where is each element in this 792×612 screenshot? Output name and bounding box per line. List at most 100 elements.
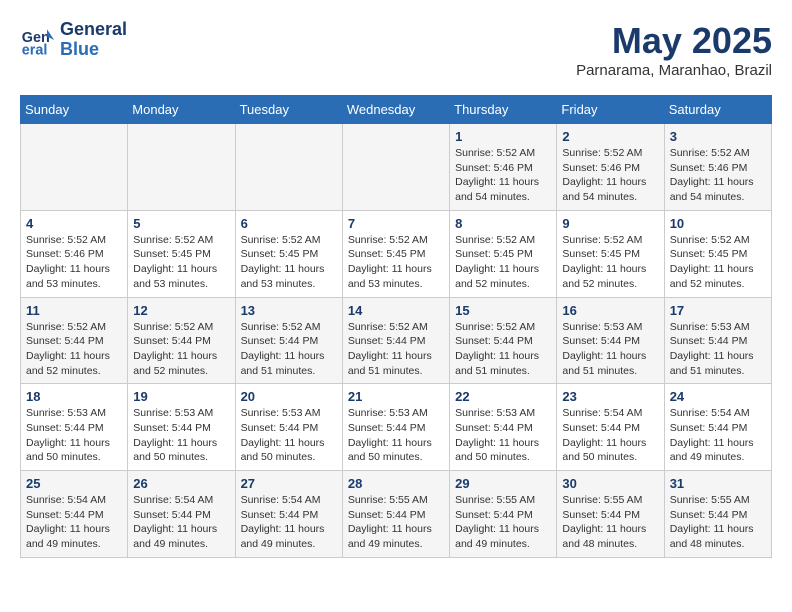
weekday-header-saturday: Saturday (664, 96, 771, 124)
day-info: Sunrise: 5:53 AM Sunset: 5:44 PM Dayligh… (455, 406, 551, 465)
calendar-cell: 16Sunrise: 5:53 AM Sunset: 5:44 PM Dayli… (557, 297, 664, 384)
calendar-cell: 5Sunrise: 5:52 AM Sunset: 5:45 PM Daylig… (128, 210, 235, 297)
logo-line1: General (60, 20, 127, 40)
week-row-3: 11Sunrise: 5:52 AM Sunset: 5:44 PM Dayli… (21, 297, 772, 384)
weekday-header-row: SundayMondayTuesdayWednesdayThursdayFrid… (21, 96, 772, 124)
day-info: Sunrise: 5:52 AM Sunset: 5:45 PM Dayligh… (241, 233, 337, 292)
day-number: 15 (455, 303, 551, 318)
day-info: Sunrise: 5:52 AM Sunset: 5:45 PM Dayligh… (133, 233, 229, 292)
calendar-table: SundayMondayTuesdayWednesdayThursdayFrid… (20, 95, 772, 558)
weekday-header-tuesday: Tuesday (235, 96, 342, 124)
day-info: Sunrise: 5:54 AM Sunset: 5:44 PM Dayligh… (241, 493, 337, 552)
day-number: 9 (562, 216, 658, 231)
day-number: 25 (26, 476, 122, 491)
day-number: 3 (670, 129, 766, 144)
day-number: 23 (562, 389, 658, 404)
calendar-cell: 9 Sunrise: 5:52 AM Sunset: 5:45 PM Daylig… (557, 210, 664, 297)
day-info: Sunrise: 5:52 AM Sunset: 5:46 PM Dayligh… (455, 146, 551, 205)
day-info: Sunrise: 5:52 AM Sunset: 5:46 PM Dayligh… (562, 146, 658, 205)
day-info: Sunrise: 5:52 AM Sunset: 5:45 PM Dayligh… (455, 233, 551, 292)
logo-icon: Gen eral (20, 22, 56, 58)
calendar-cell: 6 Sunrise: 5:52 AM Sunset: 5:45 PM Daylig… (235, 210, 342, 297)
calendar-cell: 14Sunrise: 5:52 AM Sunset: 5:44 PM Dayli… (342, 297, 449, 384)
calendar-cell: 12 Sunrise: 5:52 AM Sunset: 5:44 PM Dayli… (128, 297, 235, 384)
day-number: 30 (562, 476, 658, 491)
day-info: Sunrise: 5:52 AM Sunset: 5:45 PM Dayligh… (348, 233, 444, 292)
calendar-cell: 8 Sunrise: 5:52 AM Sunset: 5:45 PM Daylig… (450, 210, 557, 297)
day-info: Sunrise: 5:53 AM Sunset: 5:44 PM Dayligh… (26, 406, 122, 465)
day-number: 6 (241, 216, 337, 231)
calendar-cell (342, 124, 449, 211)
calendar-cell (235, 124, 342, 211)
calendar-cell: 18Sunrise: 5:53 AM Sunset: 5:44 PM Dayli… (21, 384, 128, 471)
calendar-cell: 20Sunrise: 5:53 AM Sunset: 5:44 PM Dayli… (235, 384, 342, 471)
calendar-cell: 15 Sunrise: 5:52 AM Sunset: 5:44 PM Dayli… (450, 297, 557, 384)
day-info: Sunrise: 5:55 AM Sunset: 5:44 PM Dayligh… (670, 493, 766, 552)
calendar-cell: 23 Sunrise: 5:54 AM Sunset: 5:44 PM Dayli… (557, 384, 664, 471)
day-number: 1 (455, 129, 551, 144)
calendar-cell: 2 Sunrise: 5:52 AM Sunset: 5:46 PM Daylig… (557, 124, 664, 211)
day-info: Sunrise: 5:52 AM Sunset: 5:44 PM Dayligh… (241, 320, 337, 379)
day-number: 24 (670, 389, 766, 404)
calendar-cell: 4 Sunrise: 5:52 AM Sunset: 5:46 PM Daylig… (21, 210, 128, 297)
title-block: May 2025 Parnarama, Maranhao, Brazil (576, 20, 772, 79)
day-info: Sunrise: 5:53 AM Sunset: 5:44 PM Dayligh… (348, 406, 444, 465)
day-number: 27 (241, 476, 337, 491)
calendar-cell: 25 Sunrise: 5:54 AM Sunset: 5:44 PM Dayli… (21, 471, 128, 558)
calendar-cell: 28 Sunrise: 5:55 AM Sunset: 5:44 PM Dayli… (342, 471, 449, 558)
location-subtitle: Parnarama, Maranhao, Brazil (576, 62, 772, 79)
calendar-cell: 10 Sunrise: 5:52 AM Sunset: 5:45 PM Dayli… (664, 210, 771, 297)
day-number: 26 (133, 476, 229, 491)
day-info: Sunrise: 5:55 AM Sunset: 5:44 PM Dayligh… (348, 493, 444, 552)
day-info: Sunrise: 5:52 AM Sunset: 5:46 PM Dayligh… (26, 233, 122, 292)
day-info: Sunrise: 5:54 AM Sunset: 5:44 PM Dayligh… (670, 406, 766, 465)
day-number: 29 (455, 476, 551, 491)
logo: Gen eral General Blue (20, 20, 127, 60)
weekday-header-sunday: Sunday (21, 96, 128, 124)
day-number: 4 (26, 216, 122, 231)
day-info: Sunrise: 5:52 AM Sunset: 5:45 PM Dayligh… (562, 233, 658, 292)
calendar-cell: 19Sunrise: 5:53 AM Sunset: 5:44 PM Dayli… (128, 384, 235, 471)
weekday-header-monday: Monday (128, 96, 235, 124)
svg-text:eral: eral (22, 42, 48, 58)
day-number: 12 (133, 303, 229, 318)
day-info: Sunrise: 5:52 AM Sunset: 5:46 PM Dayligh… (670, 146, 766, 205)
calendar-cell: 13Sunrise: 5:52 AM Sunset: 5:44 PM Dayli… (235, 297, 342, 384)
day-info: Sunrise: 5:52 AM Sunset: 5:44 PM Dayligh… (455, 320, 551, 379)
week-row-5: 25 Sunrise: 5:54 AM Sunset: 5:44 PM Dayli… (21, 471, 772, 558)
day-number: 21 (348, 389, 444, 404)
day-number: 22 (455, 389, 551, 404)
calendar-cell: 22 Sunrise: 5:53 AM Sunset: 5:44 PM Dayli… (450, 384, 557, 471)
day-number: 28 (348, 476, 444, 491)
calendar-cell (128, 124, 235, 211)
month-title: May 2025 (576, 20, 772, 62)
day-info: Sunrise: 5:54 AM Sunset: 5:44 PM Dayligh… (133, 493, 229, 552)
logo-text: General Blue (60, 20, 127, 60)
day-info: Sunrise: 5:55 AM Sunset: 5:44 PM Dayligh… (455, 493, 551, 552)
day-number: 8 (455, 216, 551, 231)
day-number: 31 (670, 476, 766, 491)
weekday-header-friday: Friday (557, 96, 664, 124)
day-info: Sunrise: 5:53 AM Sunset: 5:44 PM Dayligh… (133, 406, 229, 465)
calendar-cell: 31 Sunrise: 5:55 AM Sunset: 5:44 PM Dayli… (664, 471, 771, 558)
weekday-header-wednesday: Wednesday (342, 96, 449, 124)
day-info: Sunrise: 5:52 AM Sunset: 5:44 PM Dayligh… (26, 320, 122, 379)
calendar-cell: 30Sunrise: 5:55 AM Sunset: 5:44 PM Dayli… (557, 471, 664, 558)
calendar-cell: 29 Sunrise: 5:55 AM Sunset: 5:44 PM Dayli… (450, 471, 557, 558)
day-info: Sunrise: 5:54 AM Sunset: 5:44 PM Dayligh… (562, 406, 658, 465)
day-number: 14 (348, 303, 444, 318)
week-row-4: 18Sunrise: 5:53 AM Sunset: 5:44 PM Dayli… (21, 384, 772, 471)
day-info: Sunrise: 5:54 AM Sunset: 5:44 PM Dayligh… (26, 493, 122, 552)
weekday-header-thursday: Thursday (450, 96, 557, 124)
day-info: Sunrise: 5:53 AM Sunset: 5:44 PM Dayligh… (562, 320, 658, 379)
day-number: 2 (562, 129, 658, 144)
day-info: Sunrise: 5:52 AM Sunset: 5:44 PM Dayligh… (133, 320, 229, 379)
calendar-cell (21, 124, 128, 211)
day-number: 10 (670, 216, 766, 231)
week-row-1: 1 Sunrise: 5:52 AM Sunset: 5:46 PM Daylig… (21, 124, 772, 211)
calendar-cell: 1 Sunrise: 5:52 AM Sunset: 5:46 PM Daylig… (450, 124, 557, 211)
day-info: Sunrise: 5:53 AM Sunset: 5:44 PM Dayligh… (241, 406, 337, 465)
day-info: Sunrise: 5:52 AM Sunset: 5:45 PM Dayligh… (670, 233, 766, 292)
day-number: 17 (670, 303, 766, 318)
calendar-cell: 27 Sunrise: 5:54 AM Sunset: 5:44 PM Dayli… (235, 471, 342, 558)
